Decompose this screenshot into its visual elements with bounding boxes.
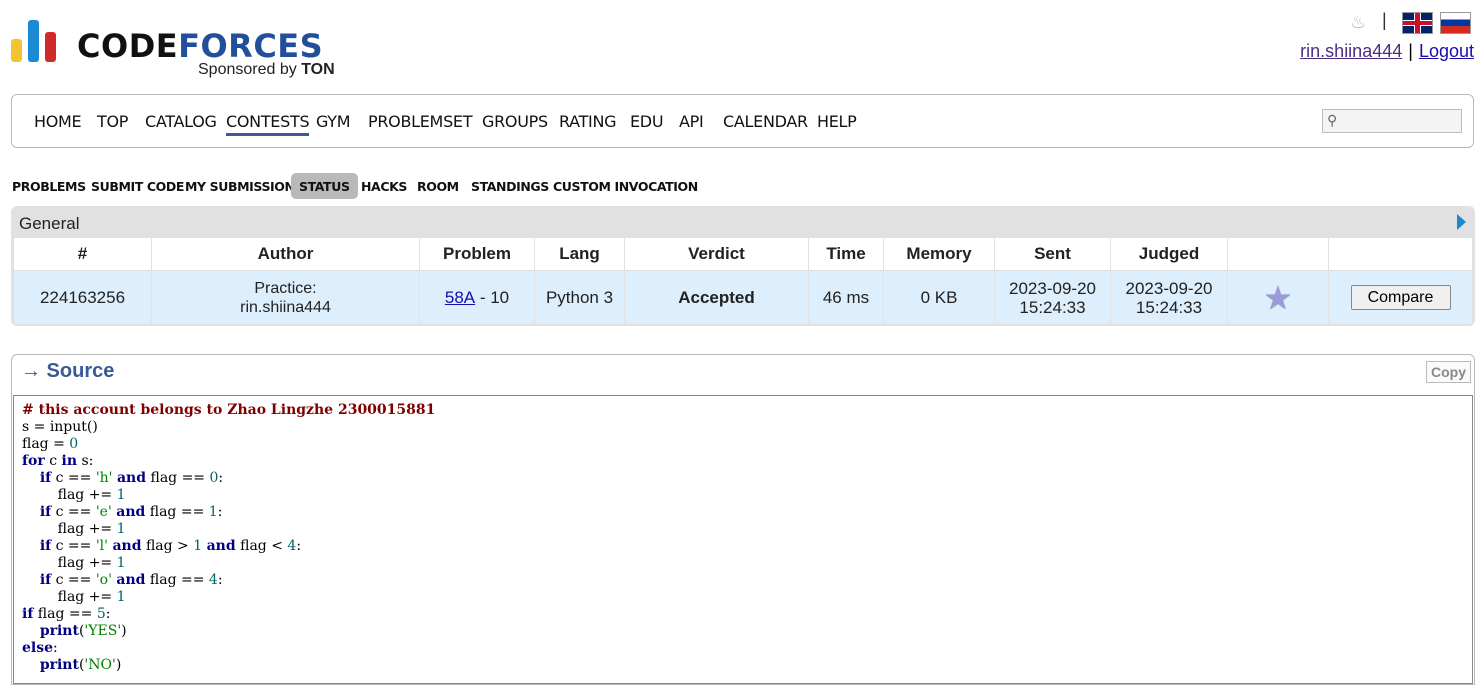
english-flag-icon[interactable] <box>1402 12 1433 34</box>
source-panel: → Source Copy # this account belongs to … <box>11 354 1475 685</box>
bell-icon[interactable]: ♨ <box>1350 12 1366 33</box>
lang-cell: Python 3 <box>534 271 624 324</box>
code-line: if c == 'h' and flag == 0: <box>39 470 224 486</box>
header-time: Time <box>808 238 883 270</box>
main-menu: HOME TOP CATALOG CONTESTS GYM PROBLEMSET… <box>11 94 1474 148</box>
code-block[interactable]: # this account belongs to Zhao Lingzhe 2… <box>13 395 1473 684</box>
menu-item-calendar[interactable]: CALENDAR <box>723 112 808 131</box>
memory-cell: 0 KB <box>883 271 994 324</box>
problem-cell: 58A - 10 <box>419 271 534 324</box>
header-problem: Problem <box>419 238 534 270</box>
sent-time: 15:24:33 <box>1019 297 1086 317</box>
code-line: flag += 1 <box>22 487 126 503</box>
tab-submit-code[interactable]: SUBMIT CODE <box>83 173 192 199</box>
judged-cell: 2023-09-20 15:24:33 <box>1110 271 1227 324</box>
table-row: 224163256 Practice: rin.shiina444 58A - … <box>14 271 1472 324</box>
menu-item-contests[interactable]: CONTESTS <box>226 112 310 136</box>
code-line: print('YES') <box>39 623 127 639</box>
problem-suffix: - 10 <box>475 287 510 307</box>
code-line: if flag == 5: <box>22 606 111 622</box>
compare-button[interactable]: Compare <box>1350 285 1451 310</box>
header-memory: Memory <box>883 238 994 270</box>
header-verdict: Verdict <box>624 238 808 270</box>
header-sent: Sent <box>994 238 1110 270</box>
compare-cell: Compare <box>1328 271 1472 324</box>
tab-custom-invocation[interactable]: CUSTOM INVOCATION <box>545 173 706 199</box>
table-header: # Author Problem Lang Verdict Time Memor… <box>14 238 1472 270</box>
judged-time: 15:24:33 <box>1135 297 1203 317</box>
code-line: flag += 1 <box>22 521 126 537</box>
author-handle: rin.shiina444 <box>240 298 331 316</box>
menu-item-edu[interactable]: EDU <box>630 112 664 131</box>
menu-item-catalog[interactable]: CATALOG <box>145 112 217 131</box>
menu-item-api[interactable]: API <box>679 112 704 131</box>
logo-wordmark: CODEFORCES <box>77 27 324 65</box>
menu-item-gym[interactable]: GYM <box>316 112 351 131</box>
header-lang: Lang <box>534 238 624 270</box>
sponsor-text: Sponsored by TON <box>198 61 335 78</box>
code-line: flag += 1 <box>22 589 126 605</box>
header-judged: Judged <box>1110 238 1227 270</box>
menu-item-top[interactable]: TOP <box>97 112 128 131</box>
tab-hacks[interactable]: HACKS <box>353 173 415 199</box>
header-favorite <box>1227 238 1328 270</box>
logout-link[interactable]: Logout <box>1419 41 1474 61</box>
time-cell: 46 ms <box>808 271 883 324</box>
logo-bars-icon <box>11 18 63 62</box>
tab-problems[interactable]: PROBLEMS <box>4 173 94 199</box>
code-line: s = input() <box>22 419 98 435</box>
menu-item-help[interactable]: HELP <box>817 112 857 131</box>
source-code: # this account belongs to Zhao Lingzhe 2… <box>14 396 1472 674</box>
menu-item-groups[interactable]: GROUPS <box>482 112 548 131</box>
general-title: General <box>19 214 80 233</box>
russian-flag-icon[interactable] <box>1440 12 1471 34</box>
submission-id[interactable]: 224163256 <box>14 271 151 324</box>
header-author: Author <box>151 238 419 270</box>
expand-arrow-icon[interactable] <box>1457 214 1466 230</box>
top-icons: ♨ | <box>1346 10 1476 34</box>
search-input[interactable]: ⚲ <box>1322 109 1462 133</box>
code-line: for c in s: <box>22 453 94 469</box>
search-icon: ⚲ <box>1327 112 1338 128</box>
code-line: else: <box>22 640 58 656</box>
menu-item-problemset[interactable]: PROBLEMSET <box>368 112 473 131</box>
tab-standings[interactable]: STANDINGS <box>463 173 557 199</box>
code-line: print('NO') <box>39 657 122 673</box>
verdict-cell: Accepted <box>624 271 808 324</box>
submission-table: # Author Problem Lang Verdict Time Memor… <box>14 238 1472 324</box>
tab-room[interactable]: ROOM <box>409 173 467 199</box>
source-title: → Source <box>21 360 115 382</box>
header-compare <box>1328 238 1472 270</box>
user-links-separator: | <box>1408 41 1413 61</box>
code-line: if c == 'l' and flag > 1 and flag < 4: <box>39 538 302 554</box>
judged-date: 2023-09-20 <box>1125 278 1213 298</box>
general-panel: General # Author Problem Lang Verdict Ti… <box>11 206 1475 326</box>
author-practice-label: Practice: <box>254 279 317 297</box>
header-id: # <box>77 244 88 263</box>
star-icon[interactable]: ★ <box>1264 279 1293 317</box>
username-link[interactable]: rin.shiina444 <box>1300 41 1402 61</box>
menu-item-rating[interactable]: RATING <box>559 112 617 131</box>
code-line: flag += 1 <box>22 555 126 571</box>
sent-date: 2023-09-20 <box>1009 278 1096 298</box>
tab-status[interactable]: STATUS <box>291 173 358 199</box>
code-line: if c == 'e' and flag == 1: <box>39 504 223 520</box>
user-links: rin.shiina444 | Logout <box>1300 41 1474 62</box>
sent-cell: 2023-09-20 15:24:33 <box>994 271 1110 324</box>
code-line: flag = 0 <box>22 436 79 452</box>
menu-item-home[interactable]: HOME <box>34 112 82 131</box>
author-cell: Practice: rin.shiina444 <box>151 271 419 324</box>
problem-link[interactable]: 58A <box>445 288 475 308</box>
icon-separator: | <box>1382 10 1387 30</box>
copy-button[interactable]: Copy <box>1426 361 1471 383</box>
code-line: # this account belongs to Zhao Lingzhe 2… <box>22 402 436 418</box>
code-line: if c == 'o' and flag == 4: <box>39 572 223 588</box>
favorite-cell: ★ <box>1227 271 1328 324</box>
